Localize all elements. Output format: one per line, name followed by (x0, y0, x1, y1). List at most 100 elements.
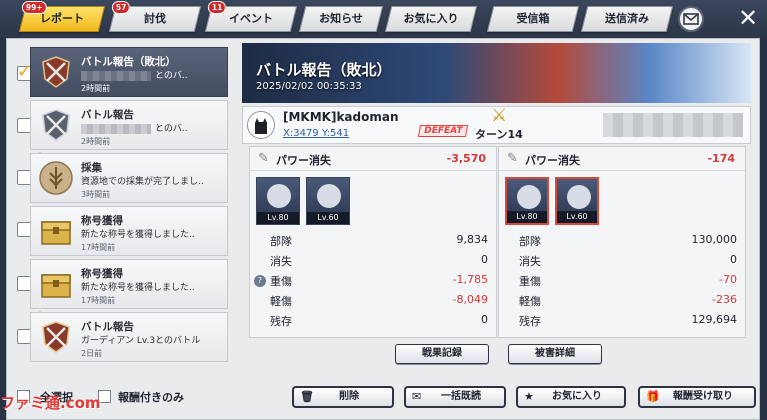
list-item-title: 称号獲得 (81, 268, 123, 280)
hero-portrait[interactable]: Lv.80 (256, 177, 300, 225)
list-item-title: バトル報告（敗北） (81, 56, 176, 68)
tab-sent-label: 送信済み (605, 12, 649, 25)
hero-portrait[interactable]: Lv.60 (306, 177, 350, 225)
list-item-time: 3時間前 (81, 190, 111, 199)
list-item-title: 称号獲得 (81, 215, 123, 227)
tab-inbox-label: 受信箱 (516, 12, 550, 25)
list-item-desc: 資源地での採集が完了しまし.. (81, 177, 204, 187)
hero-level: Lv.80 (257, 212, 299, 224)
hero-portrait[interactable]: Lv.60 (555, 177, 599, 225)
crossed-swords-shield-icon (42, 56, 70, 88)
quill-icon: ✎ (258, 151, 269, 166)
defender-panel: ✎ パワー消失 -174 Lv.80 Lv.60 部隊 130,000 消失 0 重… (498, 146, 746, 338)
tab-report[interactable]: 99+ レポート (18, 1, 106, 32)
crossed-swords-shield-icon (42, 321, 70, 353)
list-item-battle[interactable]: バトル報告 とのバ.. 2時間前 (30, 100, 228, 150)
tab-subjugation-label: 討伐 (144, 12, 166, 25)
treasure-chest-icon (41, 221, 71, 245)
stat-row: 重傷 -70 (519, 273, 737, 288)
tab-notice[interactable]: お知らせ (298, 6, 384, 32)
battle-log-button[interactable]: 戦果記録 (395, 344, 489, 364)
hero-face (567, 185, 591, 209)
turn-count: ターン14 (475, 128, 523, 141)
power-loss-label: パワー消失 (525, 154, 580, 167)
defeat-badge: DEFEAT (417, 125, 469, 137)
report-date: 2025/02/02 00:35:33 (256, 81, 362, 92)
attacker-panel: ✎ パワー消失 -3,570 Lv.80 Lv.60 部隊 9,834 消失 0 ?… (249, 146, 497, 338)
power-loss-label: パワー消失 (276, 154, 331, 167)
claim-rewards-label: 報酬受け取り (673, 391, 733, 402)
list-item-desc: とのバ.. (81, 68, 188, 81)
crossed-swords-icon: ⚔ (491, 105, 508, 126)
report-title: バトル報告（敗北） (256, 61, 392, 79)
list-item-desc: 新たな称号を獲得しました.. (81, 230, 195, 240)
tab-inbox[interactable]: 受信箱 (486, 6, 580, 32)
read-all-label: 一括既読 (441, 391, 481, 402)
list-item-desc: 新たな称号を獲得しました.. (81, 283, 195, 293)
hero-portrait[interactable]: Lv.80 (505, 177, 549, 225)
delete-button[interactable]: 🗑 削除 (292, 386, 394, 408)
hero-face (267, 184, 291, 208)
envelope-icon (683, 13, 699, 25)
list-item-time: 2時間前 (81, 137, 111, 146)
avatar[interactable] (247, 111, 275, 139)
stat-row: 軽傷 -8,049 (270, 293, 488, 308)
hero-face (517, 185, 541, 209)
hero-face (317, 184, 341, 208)
player-coords-link[interactable]: X:3479 Y:541 (283, 128, 349, 139)
treasure-chest-icon (41, 274, 71, 298)
tab-subjugation[interactable]: 57 討伐 (108, 1, 202, 32)
stat-row: ? 重傷 -1,785 (254, 273, 488, 293)
report-banner: バトル報告（敗北） 2025/02/02 00:35:33 (242, 43, 751, 103)
favorite-label: お気に入り (552, 391, 602, 402)
compose-mail-button[interactable] (678, 6, 704, 32)
wheat-icon (39, 161, 73, 195)
list-item-title: バトル報告 (81, 109, 134, 121)
redacted-name (81, 70, 151, 81)
tab-report-label: レポート (40, 12, 84, 25)
cat-icon (255, 118, 267, 134)
power-loss-header: ✎ パワー消失 -174 (499, 147, 745, 171)
reward-only-label: 報酬付きのみ (118, 391, 184, 404)
tab-favorites-label: お気に入り (403, 12, 459, 25)
claim-rewards-button[interactable]: 🎁 報酬受け取り (638, 386, 756, 408)
list-item-title-earned[interactable]: 称号獲得 新たな称号を獲得しました.. 17時間前 (30, 259, 228, 309)
delete-label: 削除 (339, 391, 359, 402)
list-item-time: 17時間前 (81, 243, 116, 252)
list-item-time: 2時間前 (81, 84, 111, 93)
list-item-time: 2日前 (81, 349, 103, 358)
list-item-battle-defeat[interactable]: バトル報告（敗北） とのバ.. 2時間前 (30, 47, 228, 97)
stat-row: 消失 0 (270, 253, 488, 268)
stat-row: 残存 129,694 (519, 313, 737, 328)
hero-level: Lv.80 (507, 211, 547, 223)
help-icon[interactable]: ? (254, 275, 266, 287)
crossed-swords-shield-icon (42, 109, 70, 141)
damage-detail-button[interactable]: 被害詳細 (508, 344, 602, 364)
close-button[interactable]: ✕ (735, 5, 761, 31)
tab-sent[interactable]: 送信済み (580, 6, 674, 32)
quill-icon: ✎ (507, 151, 518, 166)
tab-event[interactable]: 11 イベント (204, 1, 298, 32)
tab-favorites[interactable]: お気に入り (384, 6, 478, 32)
tab-event-label: イベント (229, 12, 273, 25)
list-item-desc: ガーディアン Lv.3とのバトル (81, 336, 201, 346)
power-loss-header: ✎ パワー消失 -3,570 (250, 147, 496, 171)
list-item-title-earned[interactable]: 称号獲得 新たな称号を獲得しました.. 17時間前 (30, 206, 228, 256)
favorite-button[interactable]: ★ お気に入り (516, 386, 626, 408)
power-loss-value: -3,570 (446, 152, 486, 165)
list-item-gather[interactable]: 採集 資源地での採集が完了しまし.. 3時間前 (30, 153, 228, 203)
watermark: ファミ通.com (0, 394, 101, 412)
read-all-button[interactable]: ✉ 一括既読 (404, 386, 506, 408)
stat-row: 部隊 130,000 (519, 233, 737, 248)
player-bar: [MKMK]kadoman X:3479 Y:541 DEFEAT ⚔ ターン1… (242, 105, 751, 144)
stat-row: 部隊 9,834 (270, 233, 488, 248)
redacted-enemy (603, 113, 743, 137)
stat-row: 残存 0 (270, 313, 488, 328)
hero-level: Lv.60 (557, 211, 597, 223)
redacted-name (81, 123, 151, 134)
list-item-desc: とのバ.. (81, 121, 188, 134)
stat-row: 軽傷 -236 (519, 293, 737, 308)
player-name: [MKMK]kadoman (283, 110, 399, 124)
list-item-title: 採集 (81, 162, 102, 174)
list-item-battle-guardian[interactable]: バトル報告 ガーディアン Lv.3とのバトル 2日前 (30, 312, 228, 362)
